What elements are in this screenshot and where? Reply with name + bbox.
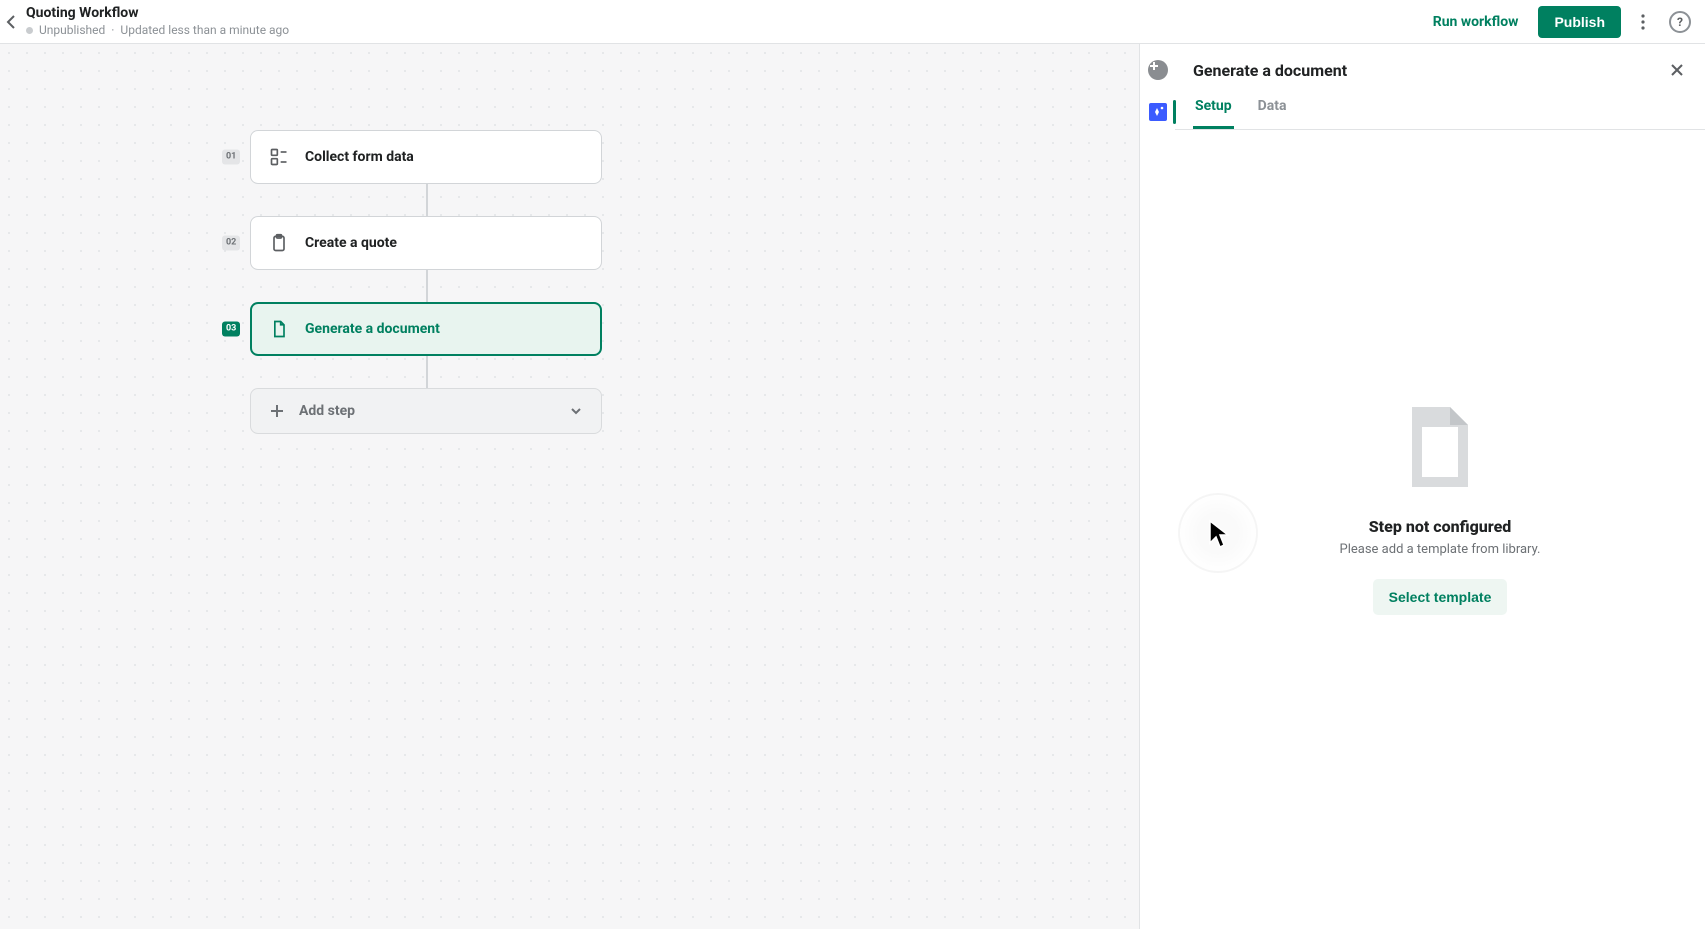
kebab-icon (1641, 14, 1645, 30)
workflow-meta: Unpublished Updated less than a minute a… (26, 24, 289, 37)
topbar: Quoting Workflow Unpublished Updated les… (0, 0, 1705, 44)
empty-state-subtitle: Please add a template from library. (1340, 542, 1541, 557)
empty-state: Step not configured Please add a templat… (1340, 405, 1541, 615)
panel-rail (1139, 44, 1175, 929)
status-dot-icon (26, 27, 33, 34)
rail-add-button[interactable] (1140, 56, 1176, 84)
workflow-step[interactable]: 01 Collect form data (250, 130, 602, 184)
config-panel: Generate a document Setup Data Step not … (1175, 44, 1705, 929)
help-icon: ? (1677, 15, 1683, 29)
chevron-left-icon (6, 14, 16, 30)
panel-title: Generate a document (1193, 61, 1347, 80)
workflow-status: Unpublished (39, 24, 105, 37)
connector-line (426, 356, 428, 388)
form-icon (269, 147, 289, 167)
close-panel-button[interactable] (1667, 60, 1687, 80)
step-label: Create a quote (305, 235, 397, 251)
plus-circle-icon (1148, 60, 1168, 80)
workflow-step-selected[interactable]: 03 Generate a document (250, 302, 602, 356)
empty-state-title: Step not configured (1369, 517, 1512, 536)
step-number-badge: 02 (222, 236, 240, 251)
workflow-step[interactable]: 02 Create a quote (250, 216, 602, 270)
rail-configure-button[interactable] (1140, 98, 1176, 126)
select-template-button[interactable]: Select template (1373, 579, 1508, 615)
connector-line (426, 184, 428, 216)
close-icon (1669, 62, 1685, 78)
document-icon (269, 319, 289, 339)
more-menu-button[interactable] (1627, 6, 1659, 38)
title-block: Quoting Workflow Unpublished Updated les… (26, 6, 289, 37)
workflow-title: Quoting Workflow (26, 6, 289, 21)
add-step-label: Add step (299, 403, 355, 419)
publish-button[interactable]: Publish (1538, 6, 1621, 38)
help-button[interactable]: ? (1669, 11, 1691, 33)
workflow-canvas[interactable]: 01 Collect form data 02 (0, 44, 1139, 929)
add-step-button[interactable]: Add step (250, 388, 602, 434)
workflow-updated: Updated less than a minute ago (111, 24, 289, 37)
back-button[interactable] (2, 0, 20, 44)
step-label: Generate a document (305, 321, 440, 337)
tab-data[interactable]: Data (1256, 88, 1289, 129)
sparkle-tile-icon (1148, 102, 1168, 122)
connector-line (426, 270, 428, 302)
clipboard-icon (269, 233, 289, 253)
document-placeholder-icon (1406, 405, 1474, 489)
step-number-badge: 03 (222, 322, 240, 337)
chevron-down-icon (569, 404, 583, 418)
step-number-badge: 01 (222, 150, 240, 165)
plus-icon (269, 403, 285, 419)
run-workflow-button[interactable]: Run workflow (1419, 6, 1533, 38)
panel-tabs: Setup Data (1175, 88, 1705, 130)
step-label: Collect form data (305, 149, 414, 165)
tab-setup[interactable]: Setup (1193, 88, 1234, 129)
